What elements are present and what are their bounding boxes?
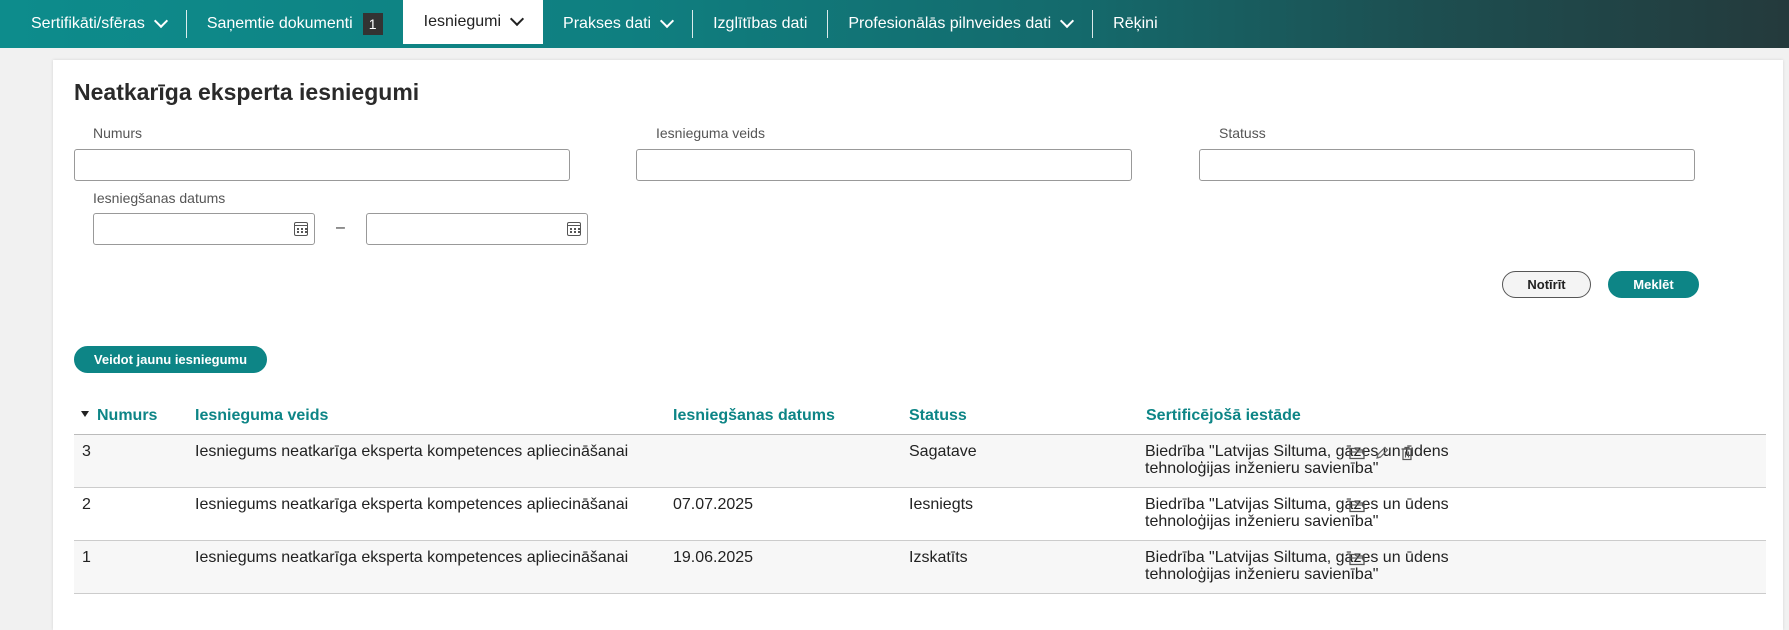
cell-date: 19.06.2025: [673, 549, 754, 566]
cell-type: Iesniegums neatkarīga eksperta kompetenc…: [195, 549, 629, 566]
nav-item-certificates[interactable]: Sertifikāti/sfēras: [0, 0, 186, 48]
page-title: Neatkarīga eksperta iesniegumi: [74, 79, 420, 105]
cell-institution: Biedrība "Latvijas Siltuma, gāzes un ūde…: [1145, 549, 1449, 583]
nav-item-label: Saņemtie dokumenti: [206, 15, 353, 32]
type-filter-label: Iesnieguma veids: [656, 125, 765, 141]
row-actions: [1349, 498, 1365, 514]
type-filter-input[interactable]: [636, 149, 1132, 181]
calendar-icon[interactable]: [294, 222, 308, 236]
chevron-down-icon: [153, 13, 168, 29]
cell-type: Iesniegums neatkarīga eksperta kompetenc…: [195, 443, 629, 460]
folder-icon[interactable]: [1349, 445, 1365, 461]
calendar-icon[interactable]: [567, 222, 581, 236]
table-row: 1 Iesniegums neatkarīga eksperta kompete…: [74, 541, 1766, 594]
cell-number: 2: [82, 496, 91, 513]
edit-icon[interactable]: [1374, 445, 1390, 461]
clear-button[interactable]: Notīrīt: [1502, 271, 1591, 298]
column-header-number[interactable]: Numurs: [81, 407, 157, 425]
nav-item-label: Izglītības dati: [713, 15, 808, 32]
nav-item-label: Prakses dati: [563, 15, 652, 32]
sort-desc-icon: [81, 411, 89, 418]
column-header-date[interactable]: Iesniegšanas datums: [673, 407, 835, 425]
table-row: 2 Iesniegums neatkarīga eksperta kompete…: [74, 488, 1766, 541]
chevron-down-icon: [660, 13, 675, 29]
chevron-down-icon: [509, 11, 525, 27]
create-application-button[interactable]: Veidot jaunu iesniegumu: [74, 346, 267, 373]
nav-item-invoices[interactable]: Rēķini: [1093, 0, 1177, 48]
nav-item-label: Rēķini: [1113, 15, 1158, 32]
nav-item-practice-data[interactable]: Prakses dati: [543, 0, 692, 48]
status-filter-label: Statuss: [1219, 125, 1266, 141]
date-filter-label: Iesniegšanas datums: [93, 190, 226, 206]
institution-line: tehnoloģijas inženieru savienība": [1145, 566, 1379, 583]
number-filter-label: Numurs: [93, 125, 143, 141]
column-header-status[interactable]: Statuss: [909, 407, 967, 425]
table-row: 3 Iesniegums neatkarīga eksperta kompete…: [74, 435, 1766, 488]
count-badge: 1: [362, 13, 383, 35]
chevron-down-icon: [1060, 13, 1075, 29]
cell-status: Izskatīts: [909, 549, 968, 566]
cell-date: 07.07.2025: [673, 496, 754, 513]
cell-number: 1: [82, 549, 91, 566]
institution-line: tehnoloģijas inženieru savienība": [1145, 513, 1379, 530]
nav-item-label: Sertifikāti/sfēras: [31, 15, 145, 32]
column-header-institution[interactable]: Sertificējošā iestāde: [1146, 407, 1301, 425]
nav-item-education-data[interactable]: Izglītības dati: [693, 0, 827, 48]
cell-status: Sagatave: [909, 443, 977, 460]
row-actions: [1349, 445, 1415, 461]
cell-type: Iesniegums neatkarīga eksperta kompetenc…: [195, 496, 629, 513]
cell-number: 3: [82, 443, 91, 460]
number-filter-input[interactable]: [74, 149, 570, 181]
cell-status: Iesniegts: [909, 496, 974, 513]
nav-item-applications[interactable]: Iesniegumi: [402, 0, 544, 44]
institution-line: Biedrība "Latvijas Siltuma, gāzes un ūde…: [1145, 496, 1449, 513]
date-from-input[interactable]: [93, 213, 315, 245]
applications-table: Numurs Iesnieguma veids Iesniegšanas dat…: [74, 400, 1766, 594]
table-header: Numurs Iesnieguma veids Iesniegšanas dat…: [74, 400, 1766, 435]
date-to-input[interactable]: [366, 213, 588, 245]
status-filter-input[interactable]: [1199, 149, 1695, 181]
folder-icon[interactable]: [1349, 551, 1365, 567]
nav-item-received-documents[interactable]: Saņemtie dokumenti 1: [187, 0, 403, 48]
folder-icon[interactable]: [1349, 498, 1365, 514]
nav-item-professional-development[interactable]: Profesionālās pilnveides dati: [828, 0, 1092, 48]
institution-line: Biedrība "Latvijas Siltuma, gāzes un ūde…: [1145, 549, 1449, 566]
column-header-type[interactable]: Iesnieguma veids: [195, 407, 328, 425]
cell-institution: Biedrība "Latvijas Siltuma, gāzes un ūde…: [1145, 496, 1449, 530]
main-card: Neatkarīga eksperta iesniegumi Numurs Ie…: [53, 60, 1783, 630]
nav-item-label: Profesionālās pilnveides dati: [848, 15, 1052, 32]
top-navigation: Sertifikāti/sfēras Saņemtie dokumenti 1 …: [0, 0, 1789, 48]
date-range-separator: –: [336, 219, 345, 236]
institution-line: tehnoloģijas inženieru savienība": [1145, 460, 1379, 477]
nav-item-label: Iesniegumi: [423, 13, 502, 30]
search-button[interactable]: Meklēt: [1608, 271, 1699, 298]
row-actions: [1349, 551, 1365, 567]
trash-icon[interactable]: [1399, 445, 1415, 461]
